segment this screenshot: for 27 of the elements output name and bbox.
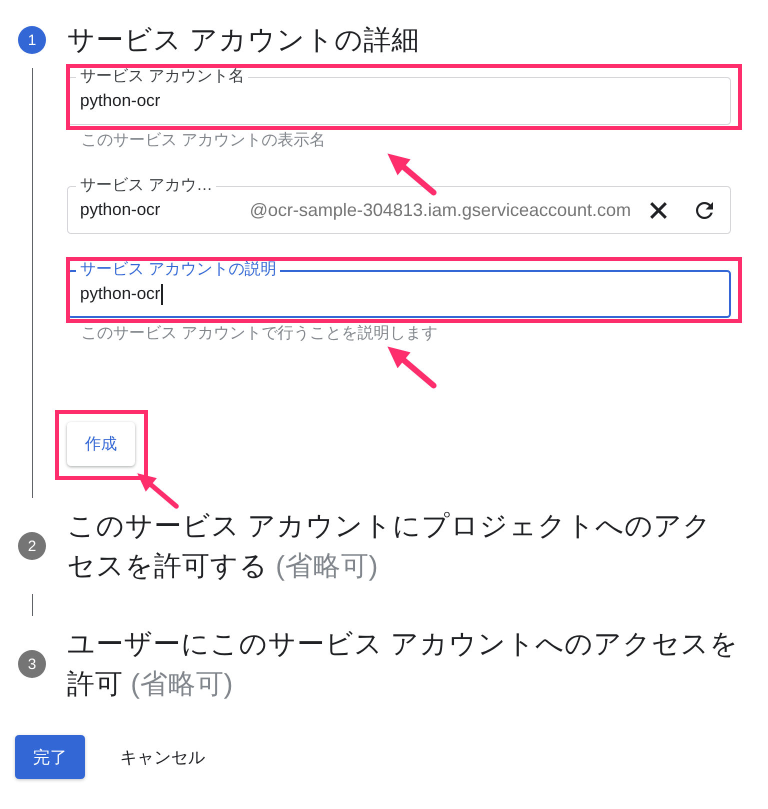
- domain-suffix: @ocr-sample-304813.iam.gserviceaccount.com: [250, 200, 631, 220]
- refresh-icon: [696, 202, 712, 218]
- helper-text: このサービス アカウントで行うことを説明します: [80, 325, 438, 343]
- step-title: このサービス アカウントにプロジェクトへのアクセスを許可する (省略可): [67, 509, 713, 583]
- step-number: 1: [18, 26, 46, 54]
- cancel-button[interactable]: キャンセル: [104, 735, 221, 779]
- step-title: ユーザーにこのサービス アカウントへのアクセスを許可 (省略可): [67, 627, 739, 701]
- field-label: サービス アカウ…: [76, 178, 216, 194]
- text-cursor: [161, 284, 164, 304]
- create-button[interactable]: 作成: [67, 422, 135, 466]
- text-field[interactable]: サービス アカウントの説明 python-ocr: [67, 262, 731, 318]
- helper-text: このサービス アカウントの表示名: [80, 132, 326, 150]
- step-number: 3: [18, 650, 46, 678]
- arrow-icon: [386, 152, 438, 197]
- step-title: サービス アカウントの詳細: [67, 23, 420, 57]
- field-label: サービス アカウント名: [76, 69, 248, 85]
- arrow-icon: [386, 345, 438, 390]
- close-icon: [650, 202, 666, 218]
- field-label: サービス アカウントの説明: [76, 262, 280, 278]
- done-button[interactable]: 完了: [15, 735, 85, 779]
- field-value: python-ocr: [80, 284, 160, 304]
- text-field[interactable]: サービス アカウ… python-ocr @ocr-sample-304813.iam.gserviceaccount.com: [67, 178, 731, 234]
- step-number: 2: [18, 532, 46, 560]
- field-value: python-ocr: [80, 200, 160, 220]
- arrow-icon: [136, 472, 180, 510]
- text-field[interactable]: サービス アカウント名 python-ocr: [67, 69, 731, 125]
- field-value: python-ocr: [80, 91, 160, 111]
